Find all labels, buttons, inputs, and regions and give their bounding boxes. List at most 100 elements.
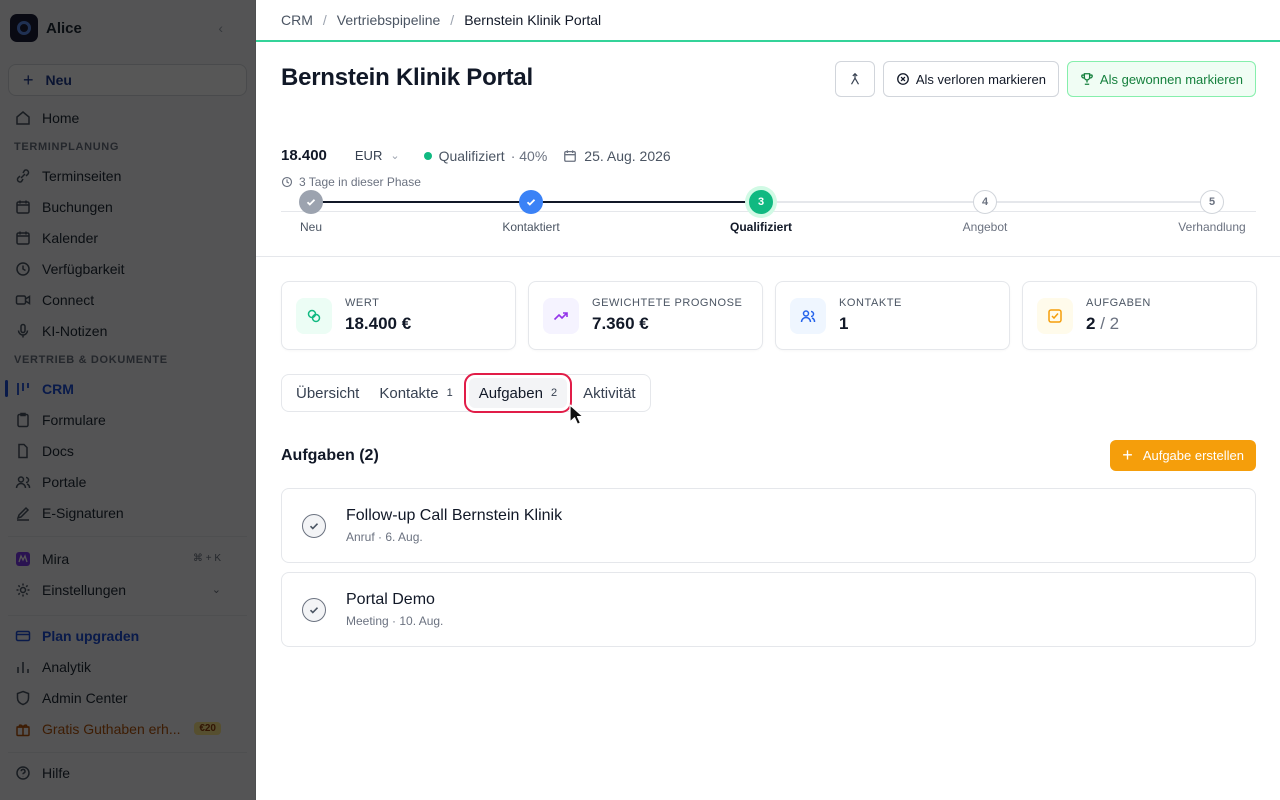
kanban-icon [14, 380, 32, 398]
credit-card-icon [14, 627, 32, 645]
sidebar-item-terminseiten[interactable]: Terminseiten [0, 160, 255, 191]
task-meta: Anruf · 6. Aug. [346, 530, 423, 544]
merge-icon [850, 72, 859, 85]
workspace-switcher[interactable]: Alice ‹ [0, 0, 255, 56]
sidebar-item-label: Formulare [42, 411, 106, 428]
gear-icon [14, 581, 32, 599]
sidebar-item-label: CRM [42, 380, 74, 397]
breadcrumb-item-crm[interactable]: CRM [281, 12, 313, 28]
stat-card-kontakte: KONTAKTE 1 [775, 281, 1010, 350]
stage-step-verhandlung[interactable]: 5 [1200, 190, 1224, 214]
sidebar-divider [8, 536, 247, 537]
sidebar-item-analytik[interactable]: Analytik [0, 651, 255, 682]
stage-badge: Qualifiziert · 40% [423, 147, 548, 164]
tab-aufgaben[interactable]: Aufgaben 2 [463, 373, 573, 413]
sidebar-item-e-signaturen[interactable]: E-Signaturen [0, 497, 255, 528]
divider [256, 256, 1280, 257]
tab-label: Kontakte [379, 384, 439, 402]
tab-label: Aufgaben [478, 384, 543, 402]
mira-icon [14, 550, 32, 568]
sidebar-item-verfuegbarkeit[interactable]: Verfügbarkeit [0, 253, 255, 284]
sidebar-item-formulare[interactable]: Formulare [0, 404, 255, 435]
stage-status-dot [423, 151, 432, 160]
sidebar-item-crm[interactable]: CRM [0, 373, 255, 404]
task-title: Portal Demo [346, 591, 435, 608]
close-date[interactable]: 25. Aug. 2026 [563, 148, 671, 164]
sidebar-item-plan-upgraden[interactable]: Plan upgraden [0, 620, 255, 651]
merge-button[interactable] [834, 61, 875, 97]
sidebar-section-scheduling: TERMINPLANUNG [14, 140, 120, 153]
plus-icon: + [23, 69, 34, 90]
video-icon [14, 291, 32, 309]
sidebar-item-label: Analytik [42, 658, 92, 675]
users-icon [14, 473, 32, 491]
stage-step-neu[interactable] [299, 190, 323, 214]
collapse-sidebar-icon[interactable]: ‹ [218, 20, 223, 36]
currency-select[interactable]: EUR ⌄ [355, 148, 400, 163]
phase-duration: 3 Tage in dieser Phase [281, 175, 421, 189]
stage-step-qualifiziert[interactable]: 3 [749, 190, 773, 214]
task-title: Follow-up Call Bernstein Klinik [346, 507, 563, 524]
pen-icon [14, 504, 32, 522]
create-task-button[interactable]: + Aufgabe erstellen [1110, 440, 1256, 471]
stat-value-total: / 2 [1095, 314, 1120, 333]
sidebar-item-label: Docs [42, 442, 74, 459]
sidebar-item-admin-center[interactable]: Admin Center [0, 682, 255, 713]
sidebar-item-hilfe[interactable]: Hilfe [0, 757, 255, 788]
sidebar-item-label: Buchungen [42, 198, 113, 215]
task-complete-checkbox[interactable] [302, 513, 326, 538]
stage-step-kontaktiert[interactable] [519, 190, 543, 214]
mark-lost-button[interactable]: Als verloren markieren [882, 61, 1059, 97]
sidebar-item-label: Verfügbarkeit [42, 260, 125, 277]
document-icon [14, 442, 32, 460]
sidebar-item-mira[interactable]: Mira ⌘ + K [0, 543, 255, 574]
checkbox-icon [1037, 297, 1073, 334]
sidebar-item-label: E-Signaturen [42, 504, 124, 521]
sidebar-item-connect[interactable]: Connect [0, 284, 255, 315]
stat-value: 7.360 € [592, 314, 649, 333]
deal-actions: Als verloren markieren Als gewonnen mark… [834, 61, 1256, 97]
tab-count: 1 [446, 387, 453, 399]
sidebar-item-gratis-guthaben[interactable]: Gratis Guthaben erh... €20 [0, 713, 255, 744]
task-meta: Meeting · 10. Aug. [346, 614, 444, 628]
breadcrumb-separator: / [450, 12, 455, 28]
trend-up-icon [543, 297, 579, 334]
stage-name: Qualifiziert [438, 147, 505, 164]
tab-label: Aktivität [583, 384, 636, 402]
mira-shortcut: ⌘ + K [192, 553, 221, 564]
task-complete-checkbox[interactable] [302, 597, 326, 622]
sidebar-section-sales: VERTRIEB & DOKUMENTE [14, 353, 168, 366]
stats-cards: WERT 18.400 € GEWICHTETE PROGNOSE 7.360 … [281, 281, 1257, 350]
sidebar-item-kalender[interactable]: Kalender [0, 222, 255, 253]
sidebar-item-home[interactable]: Home [0, 102, 255, 133]
bar-chart-icon [14, 658, 32, 676]
sidebar-item-label: Kalender [42, 229, 99, 246]
task-item[interactable]: Portal Demo Meeting · 10. Aug. [281, 572, 1256, 647]
calendar-icon [14, 229, 32, 247]
tab-kontakte[interactable]: Kontakte 1 [369, 378, 462, 408]
gift-icon [14, 720, 32, 738]
sidebar-item-docs[interactable]: Docs [0, 435, 255, 466]
task-item[interactable]: Follow-up Call Bernstein Klinik Anruf · … [281, 488, 1256, 563]
deal-amount[interactable]: 18.400 [281, 147, 327, 164]
stage-probability: · 40% [510, 147, 548, 164]
sidebar-item-portale[interactable]: Portale [0, 466, 255, 497]
tab-count: 2 [550, 387, 558, 399]
microphone-icon [14, 322, 32, 340]
x-circle-icon [896, 73, 909, 85]
sidebar-item-buchungen[interactable]: Buchungen [0, 191, 255, 222]
tab-uebersicht[interactable]: Übersicht [286, 378, 369, 408]
mark-won-button[interactable]: Als gewonnen markieren [1066, 61, 1256, 97]
stat-card-aufgaben: AUFGABEN 2 / 2 [1022, 281, 1257, 350]
new-button[interactable]: + Neu [8, 64, 247, 96]
sidebar-divider [8, 615, 247, 616]
sidebar-item-label: Home [42, 109, 80, 126]
sidebar-item-ki-notizen[interactable]: KI-Notizen [0, 315, 255, 346]
help-icon [14, 764, 32, 782]
sidebar-item-einstellungen[interactable]: Einstellungen ⌄ [0, 574, 255, 605]
home-icon [14, 109, 32, 127]
main-content: CRM / Vertriebspipeline / Bernstein Klin… [256, 0, 1280, 800]
stage-step-angebot[interactable]: 4 [973, 190, 997, 214]
breadcrumb-item-pipeline[interactable]: Vertriebspipeline [337, 12, 441, 28]
stat-value: 18.400 € [345, 314, 412, 333]
